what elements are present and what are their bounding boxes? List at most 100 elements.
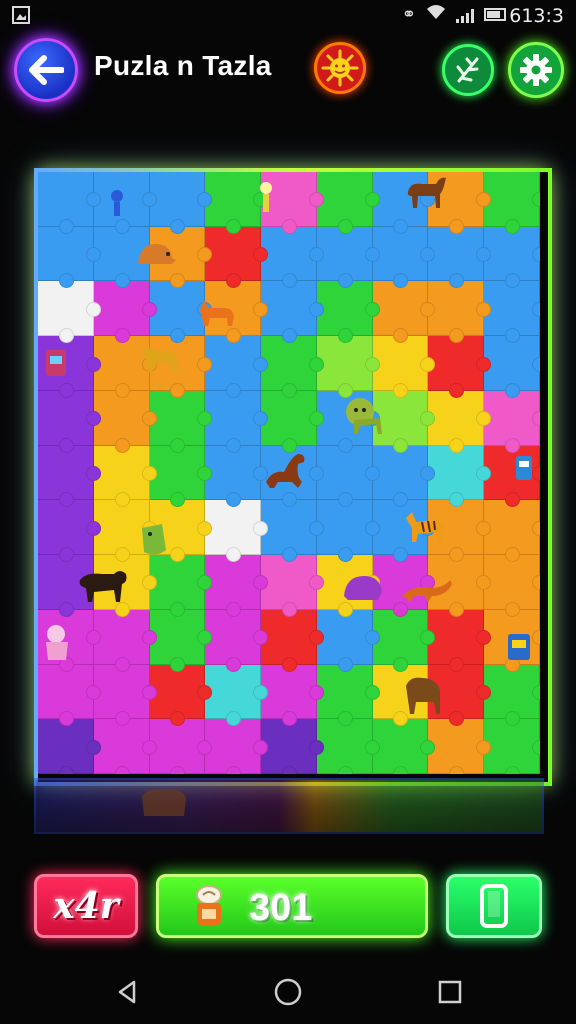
nfc-icon: ⚭ (401, 4, 416, 24)
frog-icon (142, 524, 166, 555)
puzzle-piece[interactable] (484, 172, 540, 234)
puzzle-piece[interactable] (316, 281, 380, 343)
multiplier-button[interactable]: x4r (34, 874, 138, 938)
puzzle-piece[interactable] (205, 390, 268, 453)
puzzle-piece[interactable] (38, 719, 101, 774)
puzzle-piece[interactable] (428, 226, 491, 289)
puzzle-piece[interactable] (149, 445, 213, 508)
puzzle-piece[interactable] (38, 390, 101, 453)
puzzle-piece[interactable] (484, 390, 540, 453)
puzzle-piece[interactable] (205, 664, 268, 726)
puzzle-piece[interactable] (149, 390, 213, 453)
puzzle-piece[interactable] (261, 609, 324, 672)
puzzle-piece[interactable] (205, 500, 268, 562)
puzzle-piece[interactable] (38, 226, 101, 289)
puzzle-piece[interactable] (205, 719, 268, 774)
nav-back-button[interactable] (108, 972, 148, 1012)
puzzle-piece[interactable] (261, 719, 324, 774)
puzzle-piece[interactable] (93, 664, 157, 726)
gallery-notification-icon (12, 6, 30, 24)
puzzle-piece[interactable] (38, 500, 101, 562)
puzzle-piece[interactable] (93, 390, 157, 453)
puzzle-piece[interactable] (316, 664, 380, 726)
nav-recents-button[interactable] (430, 972, 470, 1012)
puzzle-piece[interactable] (372, 336, 436, 398)
puzzle-piece[interactable] (261, 500, 324, 562)
puzzle-piece[interactable] (372, 719, 436, 774)
phone-button[interactable] (446, 874, 542, 938)
puzzle-piece[interactable] (149, 172, 213, 234)
back-arrow-icon (29, 55, 64, 85)
puzzle-piece[interactable] (316, 336, 380, 398)
puzzle-piece[interactable] (38, 172, 101, 234)
puzzle-piece[interactable] (261, 281, 324, 343)
puzzle-piece[interactable] (93, 609, 157, 672)
puzzle-piece[interactable] (38, 664, 101, 726)
puzzle-piece[interactable] (149, 555, 213, 617)
phone-icon (480, 884, 508, 928)
score-button[interactable]: 301 (156, 874, 428, 938)
puzzle-piece[interactable] (93, 445, 157, 508)
puzzle-piece[interactable] (93, 281, 157, 343)
nav-home-icon (274, 978, 302, 1006)
coin-bag-icon (196, 885, 222, 925)
horse-icon (407, 177, 446, 208)
battery-icon (484, 8, 506, 21)
puzzle-piece[interactable] (428, 281, 491, 343)
puzzle-piece[interactable] (93, 719, 157, 774)
puzzle-piece[interactable] (205, 555, 268, 617)
puzzle-piece[interactable] (316, 609, 380, 672)
puzzle-piece[interactable] (372, 226, 436, 289)
bear-icon (142, 788, 186, 816)
puzzle-piece[interactable] (484, 336, 540, 398)
lion-icon (346, 398, 382, 434)
puzzle-piece[interactable] (484, 226, 540, 289)
nav-home-button[interactable] (268, 972, 308, 1012)
navigation-bar (0, 960, 576, 1024)
puzzle-piece[interactable] (261, 555, 324, 617)
puzzle-piece[interactable] (205, 445, 268, 508)
puzzle-piece[interactable] (149, 609, 213, 672)
leaf-button[interactable] (442, 44, 494, 96)
dog-icon (142, 347, 178, 372)
puzzle-piece[interactable] (484, 555, 540, 617)
puzzle-piece[interactable] (484, 719, 540, 774)
puzzle-piece[interactable] (316, 226, 380, 289)
puzzle-piece[interactable] (372, 609, 436, 672)
puzzle-piece[interactable] (428, 719, 491, 774)
puzzle-piece[interactable] (484, 500, 540, 562)
puzzle-piece[interactable] (205, 226, 268, 289)
puzzle-piece[interactable] (38, 281, 101, 343)
page-title: Puzla n Tazla (94, 50, 272, 81)
puzzle-piece[interactable] (149, 719, 213, 774)
puzzle-piece[interactable] (428, 609, 491, 672)
puzzle-piece[interactable] (316, 719, 380, 774)
status-bar: ⚭ 613:3 (0, 0, 576, 32)
puzzle-piece[interactable] (205, 336, 268, 398)
puzzle-piece[interactable] (38, 445, 101, 508)
multiplier-label: x4r (53, 885, 119, 927)
puzzle-piece[interactable] (261, 664, 324, 726)
back-button[interactable] (14, 38, 78, 102)
sun-button[interactable] (314, 42, 366, 94)
nav-back-icon (118, 980, 136, 1004)
puzzle-piece[interactable] (205, 609, 268, 672)
settings-button[interactable] (508, 42, 564, 98)
puzzle-piece[interactable] (484, 281, 540, 343)
puzzle-piece[interactable] (428, 336, 491, 398)
puzzle-piece[interactable] (484, 664, 540, 726)
puzzle-piece[interactable] (372, 445, 436, 508)
puzzle-piece[interactable] (316, 445, 380, 508)
puzzle-piece[interactable] (316, 500, 380, 562)
puzzle-piece[interactable] (149, 664, 213, 726)
puzzle-piece[interactable] (261, 336, 324, 398)
robot-icon (508, 634, 530, 660)
puzzle-piece[interactable] (428, 445, 491, 508)
puzzle-piece[interactable] (261, 390, 324, 453)
robot-icon (516, 456, 532, 480)
puzzle-piece[interactable] (316, 172, 380, 234)
puzzle-piece[interactable] (261, 226, 324, 289)
puzzle-piece[interactable] (372, 281, 436, 343)
puzzle-piece[interactable] (205, 172, 268, 234)
puzzle-piece[interactable] (428, 390, 491, 453)
